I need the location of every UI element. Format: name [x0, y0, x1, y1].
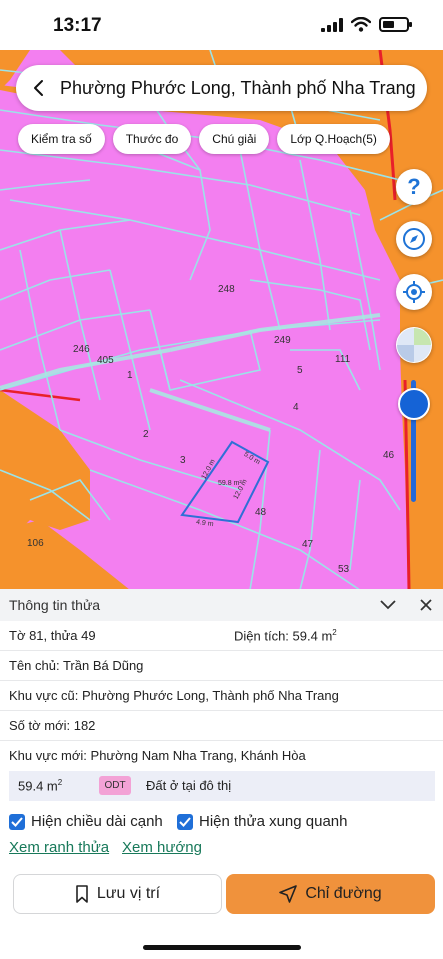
- locate-icon: [403, 281, 425, 303]
- bookmark-icon: [76, 885, 88, 903]
- locate-button[interactable]: [396, 274, 432, 310]
- land-use-description: Đất ở tại đô thị: [146, 778, 232, 793]
- signal-icon: [321, 17, 343, 32]
- back-button[interactable]: [16, 65, 60, 111]
- zoom-slider-thumb[interactable]: [398, 388, 430, 420]
- land-use-row: 59.4 m2 ODT Đất ở tại đô thị: [9, 771, 435, 801]
- ruler-chip[interactable]: Thước đo: [112, 124, 192, 154]
- owner-row: Tên chủ: Trần Bá Dũng: [0, 651, 443, 681]
- location-title: Phường Phước Long, Thành phố Nha Trang: [60, 77, 416, 98]
- layer-opacity-button[interactable]: [396, 327, 432, 363]
- battery-icon: [379, 17, 412, 32]
- checkbox-label: Hiện chiều dài cạnh: [31, 813, 163, 830]
- plot-number: 1: [127, 370, 133, 381]
- home-indicator: [143, 945, 301, 950]
- navigation-arrow-icon: [279, 885, 298, 903]
- plot-number: 248: [218, 284, 235, 295]
- plot-number: 106: [27, 538, 44, 549]
- show-neighbors-checkbox[interactable]: Hiện thửa xung quanh: [177, 813, 347, 830]
- parcel-area: Diện tích: 59.4 m2: [234, 628, 337, 644]
- new-area: Khu vực mới: Phường Nam Nha Trang, Khánh…: [9, 748, 306, 763]
- new-sheet: Số tờ mới: 182: [9, 718, 96, 733]
- panel-header: Thông tin thửa: [0, 589, 443, 621]
- plot-number: 4: [293, 402, 299, 413]
- legend-chip[interactable]: Chú giải: [199, 124, 270, 154]
- new-sheet-row: Số tờ mới: 182: [0, 711, 443, 741]
- panel-title: Thông tin thửa: [9, 597, 101, 613]
- plot-number: 3: [180, 455, 186, 466]
- plot-number: 405: [97, 355, 114, 366]
- directions-label: Chỉ đường: [305, 885, 382, 902]
- compass-icon: [403, 228, 425, 250]
- close-icon: [420, 599, 432, 611]
- map-tool-chips: Kiểm tra số Thước đo Chú giải Lớp Q.Hoạc…: [18, 124, 390, 154]
- directions-button[interactable]: Chỉ đường: [226, 874, 435, 914]
- status-icons: [321, 17, 412, 32]
- save-location-button[interactable]: Lưu vị trí: [13, 874, 222, 914]
- plot-number: 246: [73, 344, 90, 355]
- new-area-row: Khu vực mới: Phường Nam Nha Trang, Khánh…: [0, 741, 443, 771]
- checkbox-label: Hiện thửa xung quanh: [199, 813, 348, 830]
- wifi-icon: [351, 17, 371, 32]
- checkbox-checked-icon: [177, 813, 193, 830]
- plot-number: 5: [297, 365, 303, 376]
- status-bar: 13:17: [0, 0, 443, 50]
- view-boundary-link[interactable]: Xem ranh thửa: [9, 839, 109, 856]
- battery-level: [383, 21, 394, 28]
- plot-number: 53: [338, 564, 350, 575]
- land-use-area: 59.4 m2: [18, 778, 63, 794]
- view-direction-link[interactable]: Xem hướng: [122, 839, 202, 856]
- checkbox-checked-icon: [9, 813, 25, 830]
- layer-opacity-icon: [397, 328, 431, 362]
- old-area-row: Khu vực cũ: Phường Phước Long, Thành phố…: [0, 681, 443, 711]
- parcel-row: Tờ 81, thửa 49 Diện tích: 59.4 m2: [0, 621, 443, 651]
- close-button[interactable]: [416, 595, 436, 615]
- collapse-button[interactable]: [378, 595, 398, 615]
- location-header: Phường Phước Long, Thành phố Nha Trang: [16, 65, 427, 111]
- help-button[interactable]: ?: [396, 169, 432, 205]
- plot-number: 2: [143, 429, 149, 440]
- help-icon: ?: [407, 174, 421, 199]
- land-use-code-badge: ODT: [99, 776, 131, 795]
- planning-layer-chip[interactable]: Lớp Q.Hoạch(5): [277, 124, 390, 154]
- compass-button[interactable]: [396, 221, 432, 257]
- sheet-parcel: Tờ 81, thửa 49: [9, 628, 96, 643]
- old-area: Khu vực cũ: Phường Phước Long, Thành phố…: [9, 688, 339, 703]
- show-edge-length-checkbox[interactable]: Hiện chiều dài cạnh: [9, 813, 163, 830]
- check-number-chip[interactable]: Kiểm tra số: [18, 124, 105, 154]
- plot-number: 249: [274, 335, 291, 346]
- plot-number: 47: [302, 539, 314, 550]
- save-location-label: Lưu vị trí: [96, 885, 161, 902]
- plot-number: 111: [335, 354, 351, 365]
- plot-number: 46: [383, 450, 395, 461]
- chevron-down-icon: [380, 600, 396, 610]
- plot-number: 48: [255, 507, 267, 518]
- chevron-left-icon: [34, 80, 43, 96]
- owner-name: Tên chủ: Trần Bá Dũng: [9, 658, 144, 673]
- status-time: 13:17: [53, 15, 102, 36]
